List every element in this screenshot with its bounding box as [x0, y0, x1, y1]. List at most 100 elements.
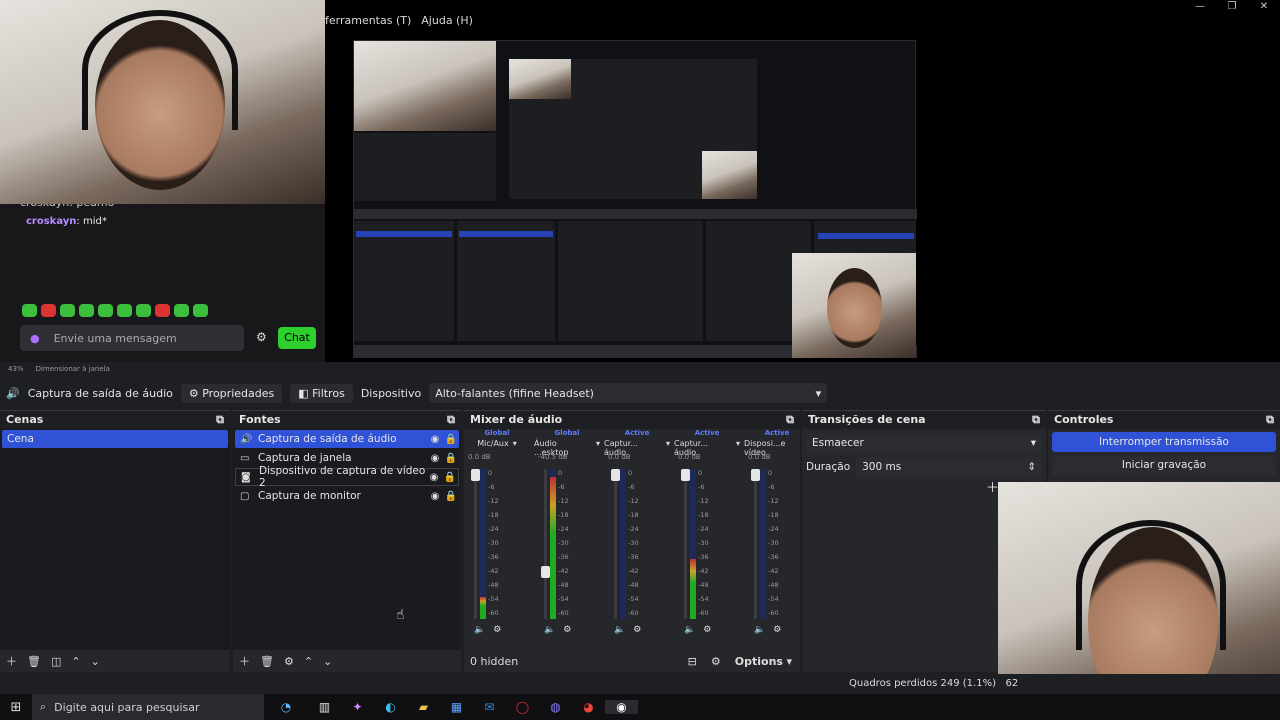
emote-icon[interactable] [193, 304, 208, 317]
volume-fader[interactable] [611, 469, 620, 619]
channel-settings-icon[interactable]: ⚙ [703, 625, 711, 635]
minimize-icon[interactable]: — [1184, 0, 1216, 14]
dock-float-icon[interactable]: ⧉ [786, 411, 794, 429]
eye-icon[interactable]: ◉ [427, 453, 443, 464]
eye-icon[interactable]: ◉ [427, 491, 443, 502]
source-item[interactable]: 🔊 Captura de saída de áudio ◉ 🔒 [235, 430, 459, 448]
edge-icon[interactable]: ◐ [374, 700, 407, 714]
fader-knob[interactable] [471, 469, 480, 481]
add-icon[interactable]: ＋ [239, 653, 250, 669]
menu-item-help[interactable]: Ajuda (H) [421, 14, 473, 34]
emote-icon[interactable] [41, 304, 56, 317]
fader-knob[interactable] [681, 469, 690, 481]
device-label: Dispositivo [360, 386, 422, 400]
copilot-icon[interactable]: ✦ [341, 700, 374, 714]
options-button[interactable]: Options ▾ [735, 655, 792, 668]
source-item[interactable]: ◙ Dispositivo de captura de vídeo 2 ◉ 🔒 [235, 465, 459, 489]
fader-knob[interactable] [541, 565, 550, 578]
channel-name[interactable]: Captur... áudio ▾ [604, 439, 670, 457]
dock-float-icon[interactable]: ⧉ [1032, 411, 1040, 429]
move-up-icon[interactable]: ⌃ [71, 655, 80, 668]
speaker-mute-icon[interactable]: 🔈 [474, 625, 485, 635]
spin-arrows-icon[interactable]: ⇕ [1027, 461, 1036, 473]
menu-item-tools[interactable]: ferramentas (T) [325, 14, 411, 34]
volume-fader[interactable] [681, 469, 690, 619]
volume-fader[interactable] [471, 469, 480, 619]
channel-settings-icon[interactable]: ⚙ [773, 625, 781, 635]
speaker-mute-icon[interactable]: 🔈 [684, 625, 695, 635]
channel-name[interactable]: Mic/Aux ▾ [464, 439, 530, 453]
lock-icon[interactable]: 🔒 [442, 472, 458, 483]
opera-icon[interactable]: ◯ [506, 700, 539, 714]
chat-input[interactable]: ● Envie uma mensagem [20, 325, 244, 351]
store-icon[interactable]: ▦ [440, 700, 473, 714]
zoom-level[interactable]: 43% [8, 365, 24, 373]
move-up-icon[interactable]: ⌃ [304, 655, 313, 668]
eye-icon[interactable]: ◉ [427, 434, 443, 445]
mixer-settings-icon[interactable]: ⚙ [711, 655, 721, 668]
move-down-icon[interactable]: ⌄ [91, 655, 100, 668]
filter-icon[interactable]: ◫ [51, 655, 61, 668]
trash-icon[interactable]: 🗑 [260, 655, 274, 668]
emote-icon[interactable] [155, 304, 170, 317]
start-record-button[interactable]: Iniciar gravação [1052, 455, 1276, 475]
db-tick-label: 0 [628, 469, 633, 477]
taskbar-search[interactable]: ⌕ Digite aqui para pesquisar [32, 694, 264, 720]
emote-icon[interactable] [22, 304, 37, 317]
emote-icon[interactable] [174, 304, 189, 317]
windows-start-icon[interactable]: ⊞ [0, 700, 32, 715]
layout-icon[interactable]: ⊟ [688, 655, 697, 668]
transition-select[interactable]: Esmaecer ▾ [806, 433, 1042, 453]
channel-settings-icon[interactable]: ⚙ [493, 625, 501, 635]
trash-icon[interactable]: 🗑 [27, 655, 41, 668]
channel-name[interactable]: Captur... áudio ▾ [674, 439, 740, 457]
close-icon[interactable]: ✕ [1248, 0, 1280, 14]
duration-spinbox[interactable]: 300 ms ⇕ [856, 457, 1042, 477]
emote-icon[interactable] [79, 304, 94, 317]
scene-item[interactable]: Cena [2, 430, 228, 448]
discord-icon[interactable]: ◍ [539, 700, 572, 714]
task-view-icon[interactable]: ▥ [308, 700, 341, 714]
file-explorer-icon[interactable]: ▰ [407, 700, 440, 714]
fader-knob[interactable] [751, 469, 760, 481]
move-down-icon[interactable]: ⌄ [323, 655, 332, 668]
gear-icon[interactable]: ⚙ [284, 655, 294, 668]
dock-float-icon[interactable]: ⧉ [216, 411, 224, 429]
lock-icon[interactable]: 🔒 [443, 453, 459, 464]
emote-icon[interactable] [98, 304, 113, 317]
channel-settings-icon[interactable]: ⚙ [633, 625, 641, 635]
emote-icon[interactable] [60, 304, 75, 317]
speaker-mute-icon[interactable]: 🔈 [544, 625, 555, 635]
speaker-mute-icon[interactable]: 🔈 [614, 625, 625, 635]
eye-icon[interactable]: ◉ [426, 472, 442, 483]
chat-settings-icon[interactable]: ⚙ [256, 330, 267, 344]
emote-icon[interactable] [117, 304, 132, 317]
dock-float-icon[interactable]: ⧉ [1266, 411, 1274, 429]
add-icon[interactable]: ＋ [6, 653, 17, 669]
volume-fader[interactable] [541, 469, 550, 619]
filters-button[interactable]: ◧ Filtros [290, 383, 353, 403]
fader-knob[interactable] [611, 469, 620, 481]
mic-icon[interactable]: ● [30, 332, 40, 345]
dock-float-icon[interactable]: ⧉ [447, 411, 455, 429]
restore-icon[interactable]: ❐ [1216, 0, 1248, 14]
news-widget-icon[interactable]: ◔ [264, 700, 308, 714]
emote-icon[interactable] [136, 304, 151, 317]
chat-button[interactable]: Chat [278, 327, 316, 349]
properties-button[interactable]: ⚙ Propriedades [180, 383, 283, 403]
stop-stream-button[interactable]: Interromper transmissão [1052, 432, 1276, 452]
lock-icon[interactable]: 🔒 [443, 434, 459, 445]
speaker-mute-icon[interactable]: 🔈 [754, 625, 765, 635]
chat-username[interactable]: croskayn [26, 216, 76, 227]
chrome-icon[interactable]: ◕ [572, 700, 605, 714]
volume-fader[interactable] [751, 469, 760, 619]
lock-icon[interactable]: 🔒 [443, 491, 459, 502]
channel-settings-icon[interactable]: ⚙ [563, 625, 571, 635]
obs-icon[interactable]: ◉ [605, 700, 638, 714]
channel-name[interactable]: Áudio ...esktop ▾ [534, 439, 600, 457]
channel-name[interactable]: Disposi...e vídeo▾ [744, 439, 810, 457]
mail-icon[interactable]: ✉ [473, 700, 506, 714]
scale-mode[interactable]: Dimensionar à janela [36, 365, 110, 373]
device-select[interactable]: Alto-falantes (fifine Headset) ▾ [429, 383, 828, 403]
source-item[interactable]: ▢ Captura de monitor ◉ 🔒 [235, 487, 459, 505]
